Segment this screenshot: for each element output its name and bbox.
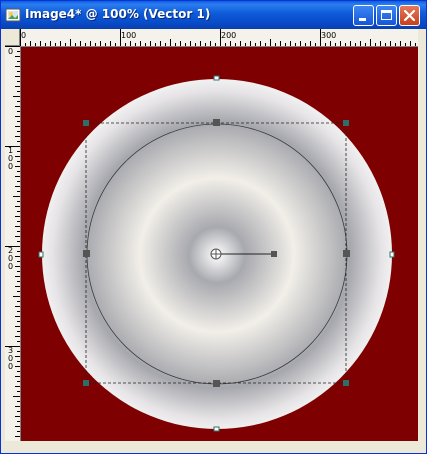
ruler-left-label-200: 200 — [8, 246, 13, 271]
move-handle-icon[interactable] — [210, 248, 222, 260]
handle-top-left[interactable] — [83, 120, 89, 126]
node-left[interactable] — [38, 251, 44, 258]
rotation-handle[interactable] — [271, 251, 277, 257]
handle-top[interactable] — [213, 119, 220, 126]
handle-bottom-right[interactable] — [343, 380, 349, 386]
close-button[interactable] — [399, 5, 420, 26]
minimize-button[interactable] — [353, 5, 374, 26]
horizontal-ruler: 0 100 200 300 — [20, 29, 418, 47]
ruler-top-label-0: 0 — [21, 31, 26, 40]
image-window: Image4* @ 100% (Vector 1) 0 100 200 300 … — [0, 0, 427, 454]
node-bottom[interactable] — [213, 426, 220, 432]
minimize-icon — [359, 18, 366, 21]
node-right[interactable] — [389, 251, 395, 258]
ruler-left-label-100: 100 — [8, 146, 13, 171]
svg-text:0: 0 — [8, 162, 13, 171]
svg-text:0: 0 — [8, 262, 13, 271]
handle-right[interactable] — [343, 250, 350, 257]
ruler-left-label-0: 0 — [8, 47, 13, 56]
handle-left[interactable] — [83, 250, 90, 257]
vertical-ruler: 0 100 200 300 — [5, 46, 21, 441]
handle-bottom-left[interactable] — [83, 380, 89, 386]
image-canvas[interactable] — [21, 47, 418, 441]
handle-top-right[interactable] — [343, 120, 349, 126]
handle-bottom[interactable] — [213, 380, 220, 387]
ruler-left-label-300: 300 — [8, 346, 13, 371]
maximize-button[interactable] — [376, 5, 397, 26]
ruler-corner — [5, 29, 20, 46]
app-icon — [5, 8, 21, 22]
ruler-top-label-200: 200 — [221, 31, 236, 40]
svg-text:0: 0 — [8, 362, 13, 371]
ruler-top-label-100: 100 — [121, 31, 136, 40]
svg-text:0: 0 — [8, 47, 13, 56]
node-top[interactable] — [213, 75, 220, 81]
close-icon — [403, 9, 416, 22]
maximize-icon — [381, 10, 392, 20]
ruler-top-label-300: 300 — [321, 31, 336, 40]
window-title: Image4* @ 100% (Vector 1) — [25, 7, 211, 21]
title-bar[interactable]: Image4* @ 100% (Vector 1) — [1, 1, 426, 29]
